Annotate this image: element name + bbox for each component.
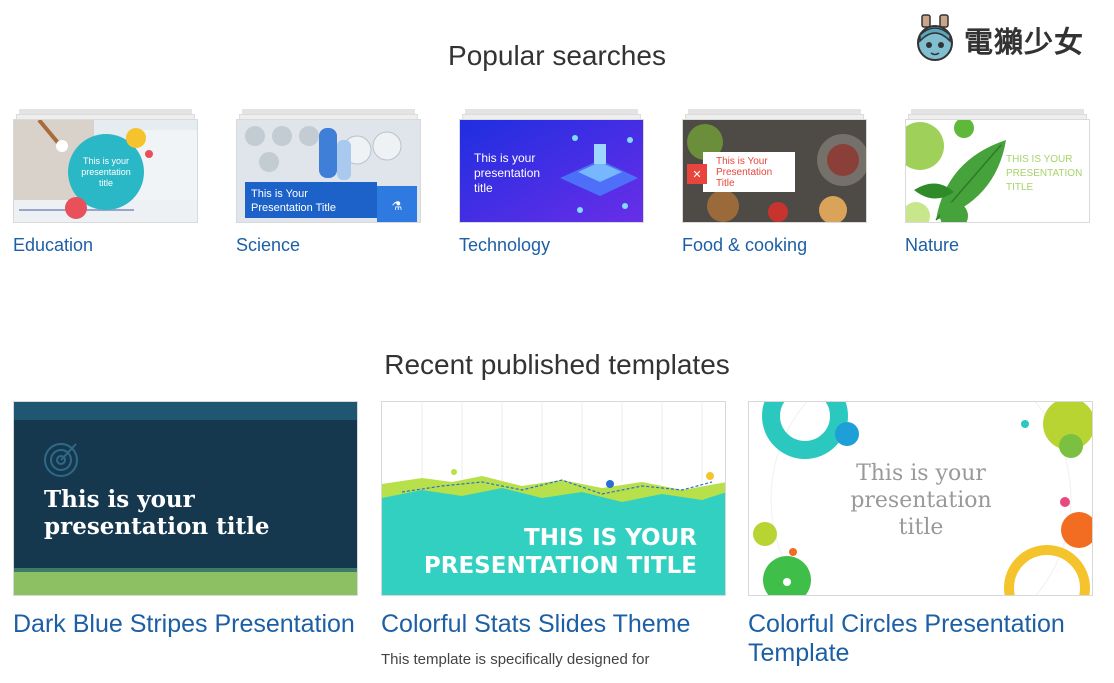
svg-text:This is Your: This is Your <box>716 156 768 167</box>
svg-text:title: title <box>474 181 493 195</box>
category-science[interactable]: This is Your Presentation Title ⚗ Scienc… <box>236 106 421 255</box>
popular-searches-heading: Popular searches <box>448 40 666 71</box>
svg-text:PRESENTATION TITLE: PRESENTATION TITLE <box>424 553 697 579</box>
template-title[interactable]: Dark Blue Stripes Presentation <box>13 610 358 639</box>
category-thumb-stack[interactable]: ✕ This is Your Presentation Title <box>682 106 867 224</box>
category-label-education[interactable]: Education <box>13 235 93 256</box>
category-nature[interactable]: THIS IS YOUR PRESENTATION TITLE Nature <box>905 106 1090 255</box>
category-thumb-stack[interactable]: THIS IS YOUR PRESENTATION TITLE <box>905 106 1090 224</box>
category-thumbnail[interactable]: ✕ This is Your Presentation Title <box>682 119 867 223</box>
recent-templates-heading: Recent published templates <box>384 349 730 380</box>
category-thumbnail[interactable]: This is your presentation title <box>459 119 644 223</box>
category-thumb-stack[interactable]: This is your presentation title <box>459 106 644 224</box>
template-thumbnail[interactable]: THIS IS YOUR PRESENTATION TITLE <box>381 401 726 596</box>
category-thumbnail[interactable]: This is your presentation title <box>13 119 198 223</box>
template-card-dark-blue-stripes[interactable]: This is your presentation title Dark Blu… <box>13 401 358 639</box>
template-thumbnail[interactable]: This is your presentation title <box>748 401 1093 596</box>
template-title[interactable]: Colorful Stats Slides Theme <box>381 610 726 639</box>
svg-text:title: title <box>899 515 944 540</box>
svg-text:presentation title: presentation title <box>44 513 269 540</box>
svg-text:This is Your: This is Your <box>251 188 308 200</box>
category-label-technology[interactable]: Technology <box>459 235 550 256</box>
svg-text:This is your: This is your <box>474 151 535 165</box>
category-thumbnail[interactable]: This is Your Presentation Title ⚗ <box>236 119 421 223</box>
category-thumbnail[interactable]: THIS IS YOUR PRESENTATION TITLE <box>905 119 1090 223</box>
svg-text:This is your: This is your <box>44 486 196 513</box>
category-education[interactable]: This is your presentation title Educatio… <box>13 106 198 255</box>
svg-text:presentation: presentation <box>81 167 131 177</box>
svg-text:TITLE: TITLE <box>1006 182 1034 193</box>
svg-text:This is your: This is your <box>856 461 986 486</box>
category-thumb-stack[interactable]: This is Your Presentation Title ⚗ <box>236 106 421 224</box>
svg-text:title: title <box>99 178 113 188</box>
category-label-nature[interactable]: Nature <box>905 235 959 256</box>
svg-text:PRESENTATION: PRESENTATION <box>1006 168 1082 179</box>
category-thumb-stack[interactable]: This is your presentation title <box>13 106 198 224</box>
template-card-colorful-stats[interactable]: THIS IS YOUR PRESENTATION TITLE Colorful… <box>381 401 726 668</box>
category-label-food-cooking[interactable]: Food & cooking <box>682 235 807 256</box>
svg-text:✕: ✕ <box>692 168 701 181</box>
template-thumbnail[interactable]: This is your presentation title <box>13 401 358 596</box>
category-food-cooking[interactable]: ✕ This is Your Presentation Title Food &… <box>682 106 867 255</box>
template-card-colorful-circles[interactable]: This is your presentation title Colorful… <box>748 401 1093 668</box>
template-description: This template is specifically designed f… <box>381 651 650 668</box>
svg-text:THIS IS YOUR: THIS IS YOUR <box>524 525 697 551</box>
svg-text:presentation: presentation <box>850 488 991 513</box>
svg-text:Presentation Title: Presentation Title <box>251 202 336 214</box>
svg-text:THIS IS YOUR: THIS IS YOUR <box>1006 154 1073 165</box>
svg-text:⚗: ⚗ <box>392 199 403 213</box>
category-label-science[interactable]: Science <box>236 235 300 256</box>
svg-text:Title: Title <box>716 178 735 189</box>
svg-text:Presentation: Presentation <box>716 167 772 178</box>
template-title[interactable]: Colorful Circles Presentation Template <box>748 610 1093 668</box>
svg-text:This is your: This is your <box>83 156 129 166</box>
category-technology[interactable]: This is your presentation title Technolo… <box>459 106 644 255</box>
svg-text:presentation: presentation <box>474 166 540 180</box>
